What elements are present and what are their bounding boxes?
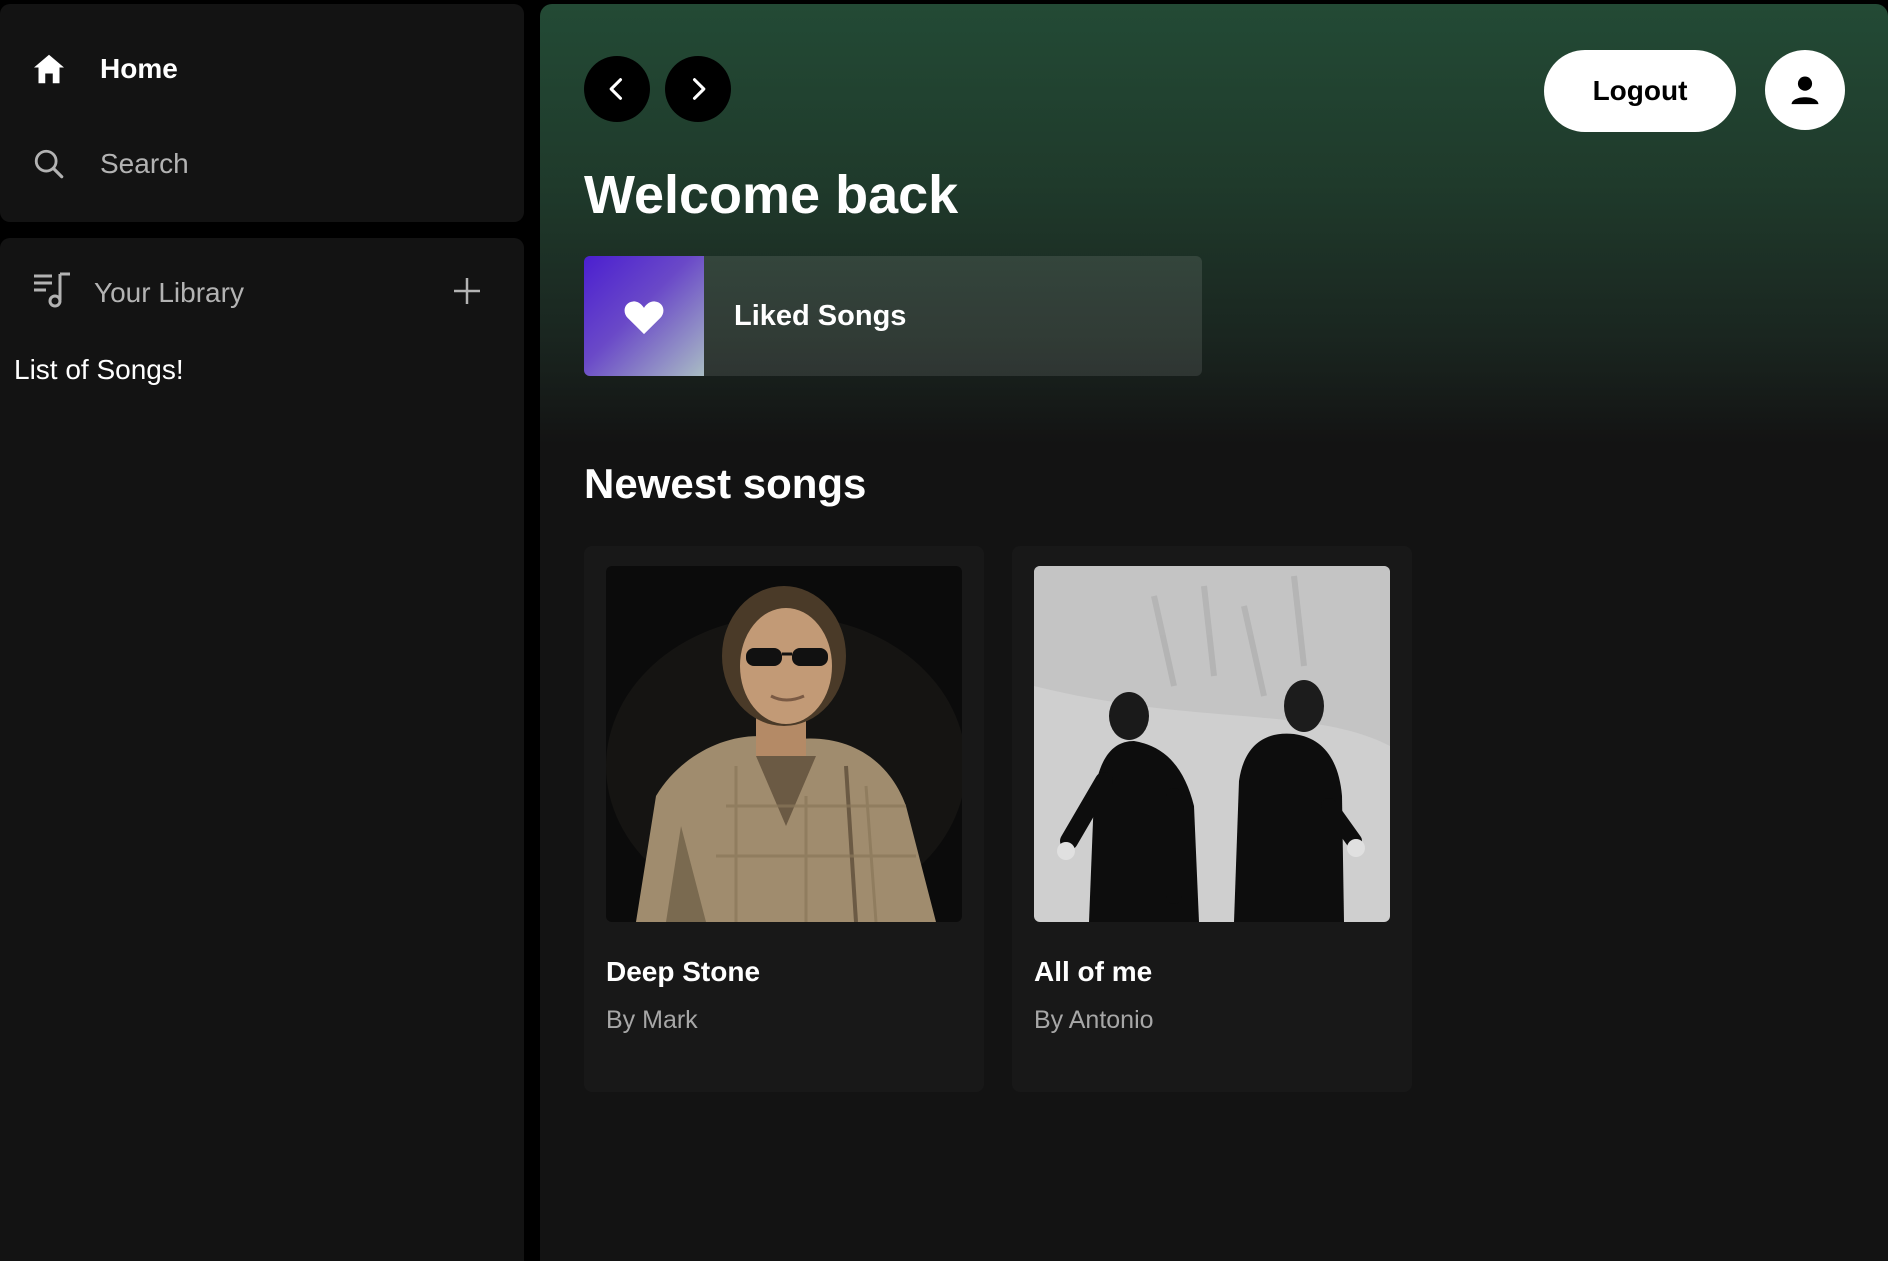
sidebar-item-label: Search bbox=[100, 148, 189, 179]
user-icon bbox=[1791, 76, 1819, 105]
song-title: All of me bbox=[1034, 956, 1153, 987]
song-card[interactable]: All of me By Antonio bbox=[1012, 546, 1412, 1092]
sidebar-item-home[interactable]: Home bbox=[30, 50, 178, 88]
back-button[interactable] bbox=[584, 56, 650, 122]
page-title: Welcome back bbox=[584, 165, 959, 225]
search-icon bbox=[30, 145, 68, 183]
song-artist: By Antonio bbox=[1034, 1006, 1154, 1034]
logout-button[interactable]: Logout bbox=[1544, 50, 1736, 132]
forward-button[interactable] bbox=[665, 56, 731, 122]
sidebar-item-search[interactable]: Search bbox=[30, 145, 189, 183]
liked-songs-label: Liked Songs bbox=[734, 299, 907, 332]
plus-icon bbox=[454, 278, 480, 304]
liked-songs-thumbnail bbox=[584, 256, 704, 376]
chevron-right-icon bbox=[692, 78, 706, 100]
library-list-title: List of Songs! bbox=[14, 354, 184, 385]
sidebar-nav: Home Search bbox=[0, 4, 524, 222]
chevron-left-icon bbox=[609, 78, 623, 100]
app-window: Home Search Your Library List of Songs! … bbox=[0, 0, 1888, 1261]
main-content: Logout Welcome back Liked Songs Newest s… bbox=[540, 4, 1888, 1261]
section-title: Newest songs bbox=[584, 460, 867, 507]
add-to-library-button[interactable] bbox=[450, 274, 484, 308]
liked-songs-card[interactable]: Liked Songs bbox=[584, 256, 1202, 376]
library-header[interactable]: Your Library bbox=[32, 270, 244, 315]
sidebar-item-label: Home bbox=[100, 53, 178, 84]
sidebar-library: Your Library List of Songs! bbox=[0, 238, 524, 1261]
user-profile-button[interactable] bbox=[1765, 50, 1845, 130]
song-card[interactable]: Deep Stone By Mark bbox=[584, 546, 984, 1092]
library-icon bbox=[32, 270, 74, 315]
library-label: Your Library bbox=[94, 276, 244, 308]
heart-icon bbox=[624, 301, 664, 335]
song-title: Deep Stone bbox=[606, 956, 761, 987]
song-artist: By Mark bbox=[606, 1006, 698, 1034]
home-icon bbox=[30, 50, 68, 88]
album-art-image bbox=[606, 566, 962, 922]
album-art-image bbox=[1034, 566, 1390, 922]
